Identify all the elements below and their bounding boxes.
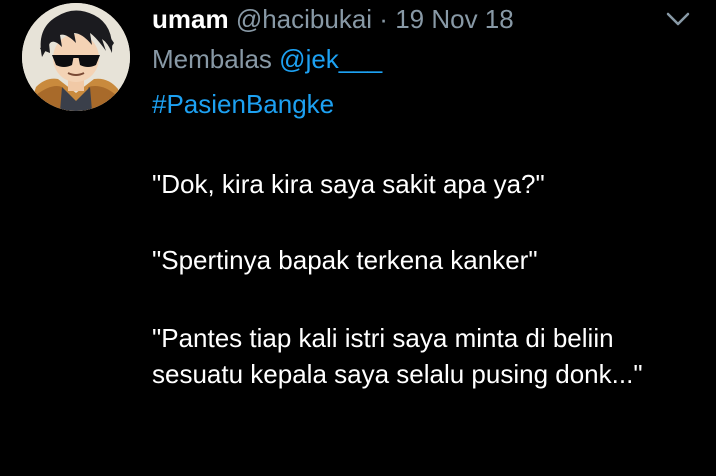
chevron-down-icon[interactable] — [664, 8, 692, 30]
tweet-header: umam @hacibukai · 19 Nov 18 — [152, 2, 514, 36]
user-handle[interactable]: @hacibukai — [236, 4, 372, 34]
tweet-paragraph: "Pantes tiap kali istri saya minta di be… — [152, 323, 643, 389]
reply-mention-link[interactable]: @jek___ — [279, 44, 382, 74]
reply-context: Membalas @jek___ — [152, 42, 382, 76]
avatar-image — [22, 3, 130, 111]
tweet-timestamp[interactable]: 19 Nov 18 — [395, 4, 514, 34]
header-separator: · — [379, 4, 388, 34]
hashtag-link[interactable]: #PasienBangke — [152, 87, 334, 121]
display-name[interactable]: umam — [152, 4, 229, 34]
tweet-paragraph: "Spertinya bapak terkena kanker" — [152, 245, 538, 275]
tweet: umam @hacibukai · 19 Nov 18 Membalas @je… — [0, 0, 716, 476]
tweet-paragraph: "Dok, kira kira saya sakit apa ya?" — [152, 169, 545, 199]
avatar[interactable] — [22, 3, 130, 111]
reply-label: Membalas — [152, 44, 272, 74]
